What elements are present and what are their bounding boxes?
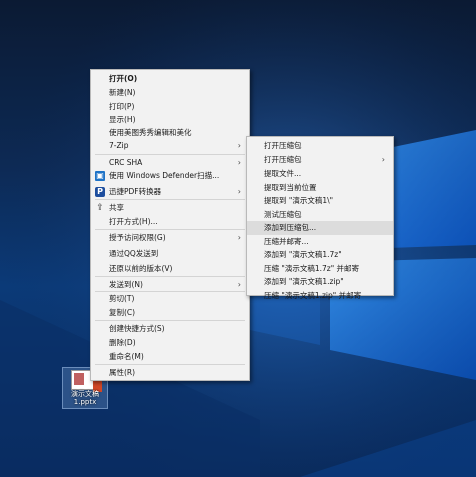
menu-separator <box>95 199 245 200</box>
zip-submenu-item-0[interactable]: 打开压缩包 <box>247 139 393 153</box>
pdf-converter-icon: P <box>95 187 105 197</box>
context-menu-item-16[interactable]: 复制(C) <box>91 306 249 320</box>
context-menu-item-label: 删除(D) <box>109 338 136 347</box>
chevron-right-icon: › <box>381 155 385 164</box>
context-menu-item-11[interactable]: 授予访问权限(G) › <box>91 231 249 245</box>
zip-submenu-item-7[interactable]: 压缩并邮寄... <box>247 235 393 249</box>
context-menu-item-label: 还原以前的版本(V) <box>109 264 173 273</box>
context-menu-item-2[interactable]: 打印(P) <box>91 100 249 114</box>
context-menu-item-14[interactable]: 发送到(N) › <box>91 278 249 292</box>
context-menu-item-19[interactable]: 重命名(M) <box>91 350 249 364</box>
context-menu-item-label: 显示(H) <box>109 115 136 124</box>
chevron-right-icon: › <box>237 233 241 242</box>
zip-submenu-item-label: 压缩 "演示文稿1.zip" 并邮寄 <box>264 291 362 300</box>
menu-separator <box>95 154 245 155</box>
context-menu-item-3[interactable]: 显示(H) <box>91 113 249 127</box>
context-menu-item-1[interactable]: 新建(N) <box>91 86 249 100</box>
context-menu-item-label: 7-Zip <box>109 141 129 150</box>
context-menu-item-7[interactable]: ▣ 使用 Windows Defender扫描... <box>91 169 249 183</box>
share-icon: ⇪ <box>96 203 104 213</box>
context-menu-item-label: 使用美图秀秀编辑和美化 <box>109 128 192 137</box>
windows-defender-icon: ▣ <box>95 171 105 181</box>
context-menu: 打开(O) 新建(N) 打印(P) 显示(H) 使用美图秀秀编辑和美化 7-Zip › CRC… <box>90 69 250 381</box>
7zip-submenu: 打开压缩包 打开压缩包 › 提取文件... 提取到当前位置 提取到 "演示文稿1\" 测试压… <box>246 136 394 300</box>
zip-submenu-item-3[interactable]: 提取到当前位置 <box>247 181 393 195</box>
context-menu-item-20[interactable]: 属性(R) <box>91 366 249 380</box>
zip-submenu-item-label: 压缩 "演示文稿1.7z" 并邮寄 <box>264 264 360 273</box>
zip-submenu-item-9[interactable]: 压缩 "演示文稿1.7z" 并邮寄 <box>247 262 393 276</box>
zip-submenu-item-label: 打开压缩包 <box>264 155 302 164</box>
zip-submenu-item-5[interactable]: 测试压缩包 <box>247 208 393 222</box>
chevron-right-icon: › <box>237 141 241 150</box>
desktop-file-label: 演示文稿 1.pptx <box>71 390 99 406</box>
chevron-right-icon: › <box>237 187 241 196</box>
zip-submenu-item-label: 测试压缩包 <box>264 210 302 219</box>
menu-separator <box>95 229 245 230</box>
chevron-right-icon: › <box>237 280 241 289</box>
context-menu-item-18[interactable]: 删除(D) <box>91 336 249 350</box>
context-menu-item-label: 复制(C) <box>109 308 136 317</box>
zip-submenu-item-11[interactable]: 压缩 "演示文稿1.zip" 并邮寄 <box>247 289 393 303</box>
context-menu-item-12[interactable]: 通过QQ发送到 <box>91 247 249 261</box>
zip-submenu-item-label: 提取文件... <box>264 169 302 178</box>
zip-submenu-item-8[interactable]: 添加到 "演示文稿1.7z" <box>247 248 393 262</box>
context-menu-item-label: 属性(R) <box>109 368 136 377</box>
context-menu-item-4[interactable]: 使用美图秀秀编辑和美化 <box>91 126 249 140</box>
context-menu-item-label: 共享 <box>109 203 124 212</box>
context-menu-item-10[interactable]: 打开方式(H)... <box>91 215 249 229</box>
zip-submenu-item-label: 压缩并邮寄... <box>264 237 309 246</box>
context-menu-item-label: 打开方式(H)... <box>109 217 158 226</box>
zip-submenu-item-label: 添加到 "演示文稿1.7z" <box>264 250 342 259</box>
context-menu-item-5[interactable]: 7-Zip › <box>91 139 249 153</box>
context-menu-item-label: 重命名(M) <box>109 352 144 361</box>
context-menu-item-8[interactable]: P 迅捷PDF转换器 › <box>91 185 249 199</box>
context-menu-item-17[interactable]: 创建快捷方式(S) <box>91 322 249 336</box>
context-menu-item-label: 使用 Windows Defender扫描... <box>109 171 220 180</box>
zip-submenu-item-2[interactable]: 提取文件... <box>247 167 393 181</box>
zip-submenu-item-label: 提取到 "演示文稿1\" <box>264 196 334 205</box>
zip-submenu-item-6[interactable]: 添加到压缩包... <box>247 221 393 235</box>
menu-separator <box>95 364 245 365</box>
context-menu-item-label: 通过QQ发送到 <box>109 249 159 258</box>
context-menu-item-label: CRC SHA <box>109 158 143 167</box>
context-menu-item-6[interactable]: CRC SHA › <box>91 156 249 170</box>
menu-separator <box>95 276 245 277</box>
chevron-right-icon: › <box>237 158 241 167</box>
context-menu-item-9[interactable]: ⇪ 共享 <box>91 201 249 215</box>
context-menu-item-label: 迅捷PDF转换器 <box>109 187 162 196</box>
zip-submenu-item-label: 添加到 "演示文稿1.zip" <box>264 277 344 286</box>
context-menu-item-label: 授予访问权限(G) <box>109 233 166 242</box>
context-menu-item-label: 打开(O) <box>109 74 138 83</box>
zip-submenu-item-10[interactable]: 添加到 "演示文稿1.zip" <box>247 275 393 289</box>
desktop-background: 演示文稿 1.pptx 打开(O) 新建(N) 打印(P) 显示(H) 使用美图秀秀编辑… <box>0 0 476 477</box>
zip-submenu-item-label: 提取到当前位置 <box>264 183 317 192</box>
zip-submenu-item-4[interactable]: 提取到 "演示文稿1\" <box>247 194 393 208</box>
context-menu-item-label: 剪切(T) <box>109 294 135 303</box>
zip-submenu-item-1[interactable]: 打开压缩包 › <box>247 153 393 167</box>
context-menu-item-0[interactable]: 打开(O) <box>91 72 249 86</box>
context-menu-item-15[interactable]: 剪切(T) <box>91 292 249 306</box>
context-menu-item-label: 发送到(N) <box>109 280 143 289</box>
zip-submenu-item-label: 打开压缩包 <box>264 141 302 150</box>
zip-submenu-item-label: 添加到压缩包... <box>264 223 317 232</box>
context-menu-item-label: 新建(N) <box>109 88 136 97</box>
menu-separator <box>95 320 245 321</box>
context-menu-item-label: 打印(P) <box>109 102 135 111</box>
context-menu-item-label: 创建快捷方式(S) <box>109 324 165 333</box>
context-menu-item-13[interactable]: 还原以前的版本(V) <box>91 262 249 276</box>
